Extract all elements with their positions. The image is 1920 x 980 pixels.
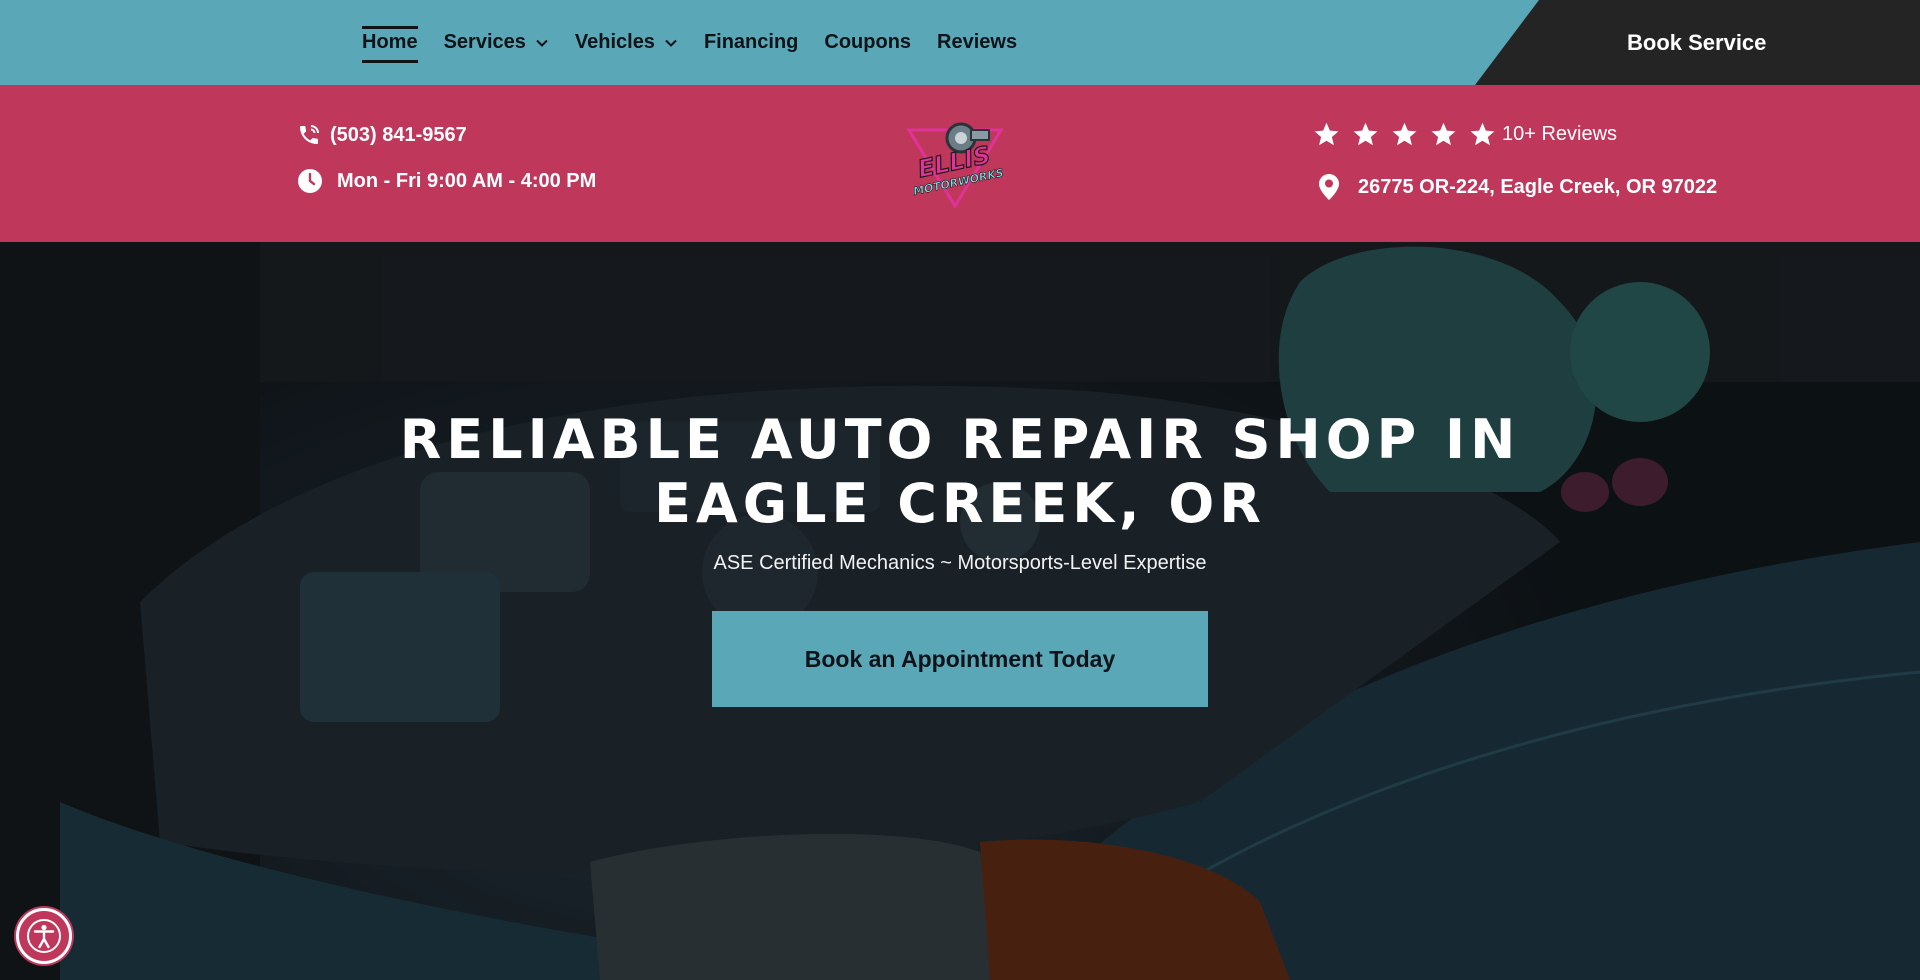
nav-item-label: Coupons: [824, 31, 912, 53]
hero-section: RELIABLE AUTO REPAIR SHOP IN EAGLE CREEK…: [0, 242, 1920, 980]
top-navigation-bar: Home Services Vehicles Financing Coupons…: [0, 0, 1920, 85]
nav-item-label: Financing: [703, 31, 799, 53]
star-icon: [1431, 122, 1456, 146]
nav-item-financing[interactable]: Financing: [704, 0, 798, 85]
nav-item-label: Home: [362, 31, 418, 53]
contact-info-bar: (503) 841-9567 Mon - Fri 9:00 AM - 4:00 …: [0, 85, 1920, 242]
nav-item-label: Reviews: [937, 31, 1018, 53]
hero-subtitle: ASE Certified Mechanics ~ Motorsports-Le…: [713, 552, 1207, 574]
star-icon: [1392, 122, 1417, 146]
map-pin-icon: [1319, 174, 1339, 200]
chevron-down-icon: [665, 39, 677, 47]
hero-title-line-2: EAGLE CREEK, OR: [654, 472, 1266, 535]
nav-item-label: Services: [443, 31, 526, 53]
ellis-motorworks-logo[interactable]: ELLIS MOTORWORKS: [903, 118, 1007, 210]
book-service-button[interactable]: Book Service: [1627, 0, 1767, 85]
nav-item-vehicles[interactable]: Vehicles: [575, 0, 678, 85]
rating-stars: [1313, 121, 1496, 148]
nav-item-home[interactable]: Home: [362, 0, 418, 85]
business-hours: Mon - Fri 9:00 AM - 4:00 PM: [297, 168, 596, 194]
hero-title: RELIABLE AUTO REPAIR SHOP IN EAGLE CREEK…: [260, 408, 1660, 536]
phone-link[interactable]: (503) 841-9567: [297, 123, 467, 147]
phone-icon: [300, 125, 319, 144]
clock-icon: [298, 169, 322, 193]
hours-text: Mon - Fri 9:00 AM - 4:00 PM: [337, 169, 597, 192]
star-icon: [1353, 122, 1378, 146]
reviews-summary[interactable]: 10+ Reviews: [1313, 121, 1617, 148]
main-nav: Home Services Vehicles Financing Coupons…: [362, 0, 1017, 85]
star-icon: [1314, 122, 1339, 146]
nav-item-coupons[interactable]: Coupons: [824, 0, 911, 85]
nav-item-label: Vehicles: [574, 31, 655, 53]
chevron-down-icon: [536, 39, 548, 47]
address-text: 26775 OR-224, Eagle Creek, OR 97022: [1358, 175, 1718, 198]
phone-number: (503) 841-9567: [330, 123, 467, 146]
accessibility-icon: [27, 919, 61, 953]
accessibility-widget-button[interactable]: [16, 908, 72, 964]
address-link[interactable]: 26775 OR-224, Eagle Creek, OR 97022: [1318, 173, 1717, 201]
hero-title-line-1: RELIABLE AUTO REPAIR SHOP IN: [399, 408, 1521, 471]
reviews-count: 10+ Reviews: [1502, 123, 1618, 145]
nav-item-services[interactable]: Services: [444, 0, 549, 85]
book-appointment-button[interactable]: Book an Appointment Today: [712, 611, 1208, 707]
nav-item-reviews[interactable]: Reviews: [937, 0, 1017, 85]
star-icon: [1470, 122, 1495, 146]
